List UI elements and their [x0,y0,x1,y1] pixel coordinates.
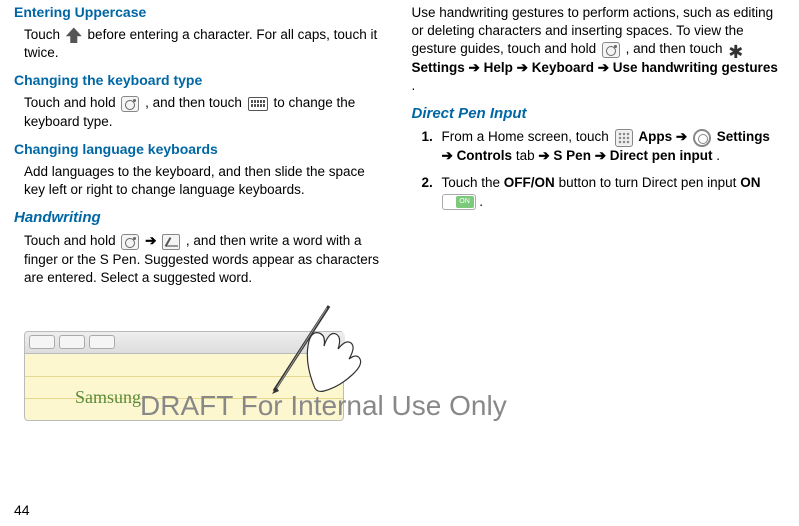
steps-list: 1. From a Home screen, touch Apps ➔ Sett… [422,128,786,212]
heading-entering-uppercase: Entering Uppercase [14,4,388,20]
para-keyboard-type: Touch and hold , and then touch to chang… [24,94,388,130]
arrow-icon: ➔ [145,233,160,248]
text-bold: ON [740,175,760,190]
arrow-icon: ➔ [442,148,457,163]
text-bold: Use handwriting gestures [613,60,778,75]
arrow-icon: ➔ [469,60,484,75]
text-bold: Settings [412,60,465,75]
text: , and then touch [145,95,246,110]
text-bold: Keyboard [532,60,594,75]
arrow-icon: ➔ [598,60,613,75]
step-number: 2. [422,174,433,193]
step-number: 1. [422,128,433,147]
para-uppercase: Touch before entering a character. For a… [24,26,388,62]
toolbar-button [89,335,115,349]
text-bold: OFF/ON [504,175,555,190]
handwriting-illustration: Samsung [24,301,364,431]
handwriting-sample-text: Samsung [75,387,141,408]
arrow-icon: ➔ [538,148,553,163]
left-column: Entering Uppercase Touch before entering… [14,0,388,431]
text: . [479,194,483,209]
gear-icon [728,42,744,58]
para-gestures: Use handwriting gestures to perform acti… [412,4,786,95]
text: , and then touch [626,41,727,56]
text-bold: Settings [717,129,770,144]
text-bold: Direct pen input [610,148,713,163]
shift-icon [66,27,82,43]
text: From a Home screen, touch [442,129,613,144]
toolbar-button [29,335,55,349]
arrow-icon: ➔ [595,148,610,163]
settings-ring-icon [693,129,711,147]
settings-key-icon [121,234,139,250]
settings-key-icon [602,42,620,58]
step-2: 2. Touch the OFF/ON button to turn Direc… [422,174,786,212]
text-bold: S Pen [553,148,591,163]
text-bold: Help [484,60,513,75]
handwriting-key-icon [162,234,180,250]
right-column: Use handwriting gestures to perform acti… [412,0,786,431]
text: Touch and hold [24,233,119,248]
text: . [412,78,416,93]
hand-with-pen-icon [254,291,374,401]
heading-handwriting: Handwriting [14,209,388,226]
step-1: 1. From a Home screen, touch Apps ➔ Sett… [422,128,786,166]
heading-language-keyboards: Changing language keyboards [14,141,388,157]
text-bold: Apps [638,129,672,144]
arrow-icon: ➔ [676,129,691,144]
text: Touch the [442,175,504,190]
text: Touch and hold [24,95,119,110]
heading-direct-pen-input: Direct Pen Input [412,105,786,122]
para-language: Add languages to the keyboard, and then … [24,163,388,199]
text: button to turn Direct pen input [559,175,741,190]
heading-keyboard-type: Changing the keyboard type [14,72,388,88]
text: tab [516,148,539,163]
settings-key-icon [121,96,139,112]
text: Touch [24,27,64,42]
page-number: 44 [14,502,30,518]
keyboard-icon [248,97,268,111]
text-bold: Controls [457,148,513,163]
para-handwriting: Touch and hold ➔ , and then write a word… [24,232,388,287]
arrow-icon: ➔ [517,60,532,75]
on-toggle-icon [442,194,476,210]
text: . [716,148,720,163]
apps-icon [615,129,633,147]
toolbar-button [59,335,85,349]
